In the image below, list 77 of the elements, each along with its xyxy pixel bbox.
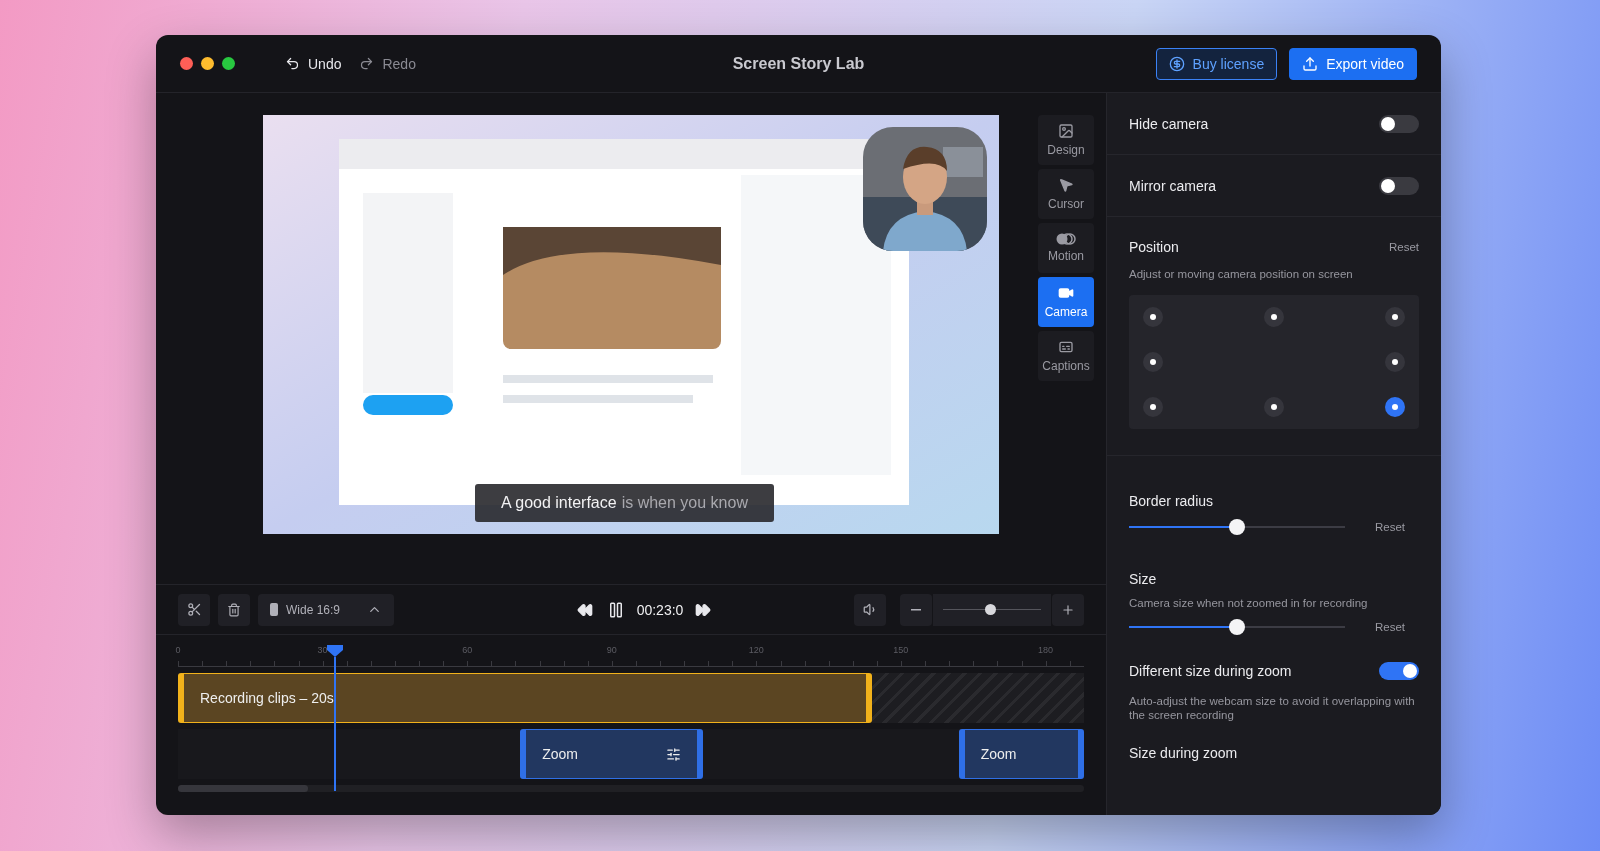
sidebar-tab[interactable]: Camera — [1038, 277, 1094, 327]
trash-icon — [227, 602, 241, 617]
sidebar-tab[interactable]: Design — [1038, 115, 1094, 165]
position-option[interactable] — [1385, 396, 1405, 417]
recording-clip[interactable]: Recording clips – 20s — [178, 673, 872, 723]
scrollbar[interactable] — [178, 785, 1084, 792]
dollar-icon — [1168, 55, 1185, 72]
position-option[interactable] — [1385, 307, 1405, 328]
zoom-clip[interactable]: Zoom — [520, 729, 704, 779]
section-title: Border radius — [1129, 493, 1214, 509]
forward-icon — [695, 601, 712, 618]
aspect-dropdown[interactable]: Wide 16:9 — [258, 593, 394, 626]
sidebar-tab[interactable]: Cursor — [1038, 169, 1094, 219]
setting-label: Different size during zoom — [1129, 663, 1292, 679]
zoom-in-button[interactable] — [1052, 593, 1084, 626]
tick-label: 150 — [893, 645, 909, 655]
tick-label: 180 — [1037, 645, 1053, 655]
clip-label: Recording clips – 20s — [200, 690, 334, 706]
position-option[interactable] — [1385, 352, 1405, 372]
undo-icon — [285, 56, 300, 71]
motion-icon — [1056, 233, 1076, 245]
window-control[interactable] — [201, 57, 214, 70]
section-description: Adjust or moving camera position on screen — [1129, 267, 1354, 281]
license-button[interactable]: Buy license — [1155, 47, 1278, 80]
minus-icon — [911, 608, 921, 611]
slider-thumb[interactable] — [985, 603, 997, 615]
section-title: Size during zoom — [1129, 745, 1238, 761]
tick-label: 90 — [606, 645, 617, 655]
cut-button[interactable] — [178, 593, 210, 626]
position-option[interactable] — [1143, 307, 1163, 328]
section-title: Position — [1129, 239, 1179, 255]
window-control[interactable] — [180, 57, 193, 70]
image-icon — [1058, 123, 1074, 139]
time-display: 00:23:0 — [636, 601, 684, 618]
setting-description: Auto-adjust the webcam size to avoid it overlapping with the screen recording — [1129, 694, 1416, 722]
toggle-switch[interactable] — [1379, 662, 1419, 680]
reset-link[interactable]: Reset — [1388, 241, 1419, 253]
upload-icon — [1302, 55, 1319, 72]
captions-icon — [1058, 339, 1074, 355]
section-title: Size — [1129, 571, 1157, 587]
slider-thumb[interactable] — [1229, 619, 1245, 635]
clip-label: Zoom — [980, 746, 1017, 762]
reset-link[interactable]: Reset — [1375, 621, 1406, 633]
tick-label: 60 — [462, 645, 473, 655]
volume-button[interactable] — [854, 593, 886, 626]
camera-icon — [1058, 285, 1074, 301]
toggle-switch[interactable] — [1379, 176, 1419, 195]
clip-label: Zoom — [542, 746, 578, 762]
setting-label: Hide camera — [1129, 115, 1209, 132]
position-option[interactable] — [1143, 396, 1163, 417]
rewind-icon — [576, 601, 593, 618]
tick-label: 120 — [748, 645, 764, 655]
setting-label: Mirror camera — [1129, 177, 1217, 194]
plus-icon — [1061, 602, 1075, 617]
redo-icon — [359, 56, 375, 71]
undo-button[interactable]: Undo — [283, 53, 344, 74]
position-option[interactable] — [1264, 307, 1284, 328]
sidebar-tab[interactable]: Captions — [1038, 331, 1094, 381]
zoom-clip[interactable]: Zoom — [958, 729, 1084, 779]
export-button[interactable]: Export video — [1289, 47, 1417, 80]
position-option[interactable] — [1143, 352, 1163, 372]
tick-label: 0 — [175, 645, 181, 655]
device-icon — [270, 603, 278, 616]
tick-label: 30 — [317, 645, 328, 655]
reset-link[interactable]: Reset — [1375, 521, 1406, 533]
playhead-handle-icon[interactable] — [326, 645, 344, 657]
sliders-icon[interactable] — [666, 746, 682, 762]
slider-thumb[interactable] — [1229, 519, 1245, 535]
delete-button[interactable] — [218, 593, 250, 626]
section-description: Camera size when not zoomed in for recording — [1129, 596, 1369, 610]
scissors-icon — [186, 602, 202, 617]
toggle-switch[interactable] — [1379, 114, 1419, 133]
sidebar-tab[interactable]: Motion — [1038, 223, 1094, 273]
window-control[interactable] — [222, 57, 235, 70]
window-title: Screen Story Lab — [732, 54, 865, 73]
cursor-icon — [1058, 177, 1074, 193]
position-option[interactable] — [1264, 396, 1284, 417]
